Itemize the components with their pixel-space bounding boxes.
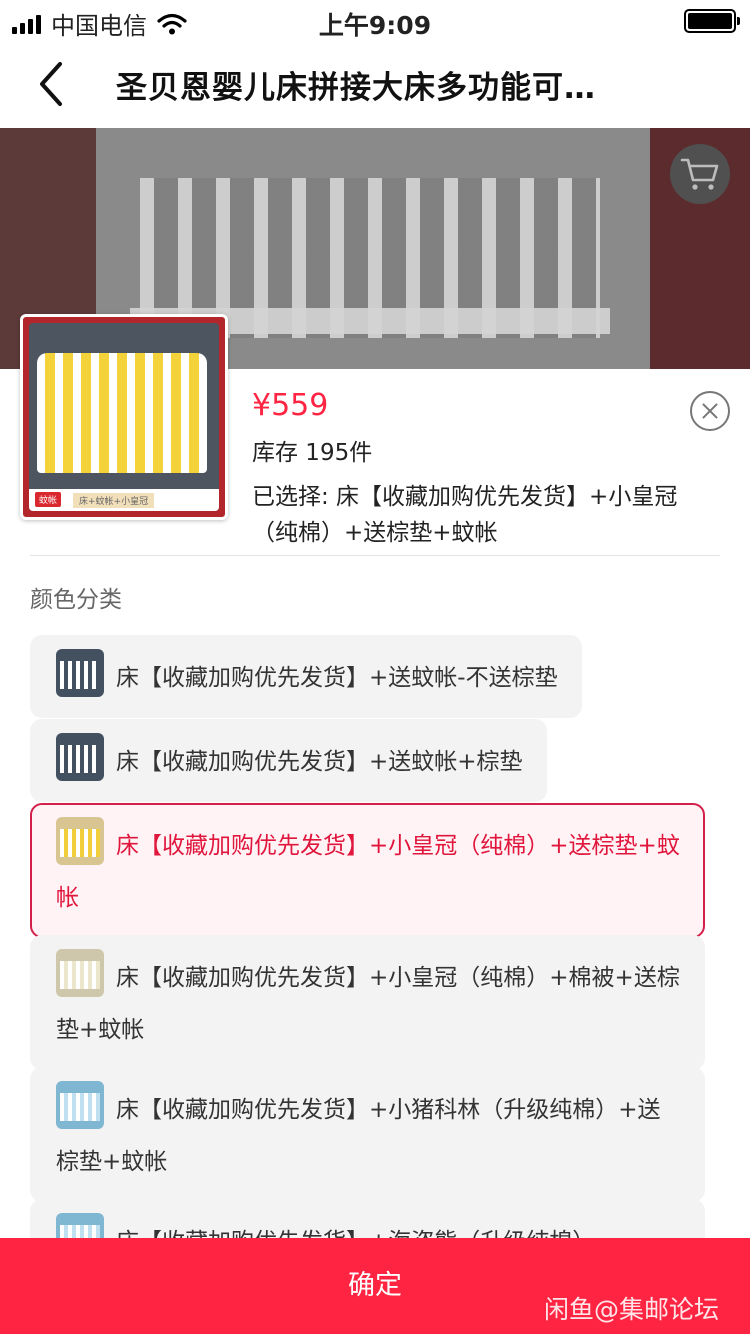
back-arrow-icon[interactable] xyxy=(30,58,74,110)
page-title: 圣贝恩婴儿床拼接大床多功能可… xyxy=(116,70,596,106)
nav-bar: 圣贝恩婴儿床拼接大床多功能可… xyxy=(0,40,750,128)
variant-thumbnail-icon xyxy=(56,649,104,697)
cart-button[interactable] xyxy=(670,144,730,204)
variant-option[interactable]: 床【收藏加购优先发货】+送蚊帐+棕垫 xyxy=(30,719,547,802)
thumb-caption: 床+蚊帐+小皇冠 xyxy=(73,493,155,508)
variant-option[interactable]: 床【收藏加购优先发货】+小猪科林（升级纯棉）+送棕垫+蚊帐 xyxy=(30,1067,705,1202)
variant-label: 床【收藏加购优先发货】+小猪科林（升级纯棉）+送棕垫+蚊帐 xyxy=(56,1097,661,1175)
variant-option-selected[interactable]: 床【收藏加购优先发货】+小皇冠（纯棉）+送棕垫+蚊帐 xyxy=(30,803,705,938)
section-title: 颜色分类 xyxy=(30,587,122,613)
selected-variant: 已选择: 床【收藏加购优先发货】+小皇冠（纯棉）+送棕垫+蚊帐 xyxy=(252,484,678,546)
variant-label: 床【收藏加购优先发货】+送蚊帐+棕垫 xyxy=(116,749,523,775)
variant-label: 床【收藏加购优先发货】+小皇冠（纯棉）+棉被+送棕垫+蚊帐 xyxy=(56,965,680,1043)
thumb-tag: 蚊帐 xyxy=(35,492,62,507)
product-thumbnail: 蚊帐 床+蚊帐+小皇冠 xyxy=(20,314,228,520)
variant-option[interactable]: 床【收藏加购优先发货】+小皇冠（纯棉）+棉被+送棕垫+蚊帐 xyxy=(30,935,705,1070)
variant-thumbnail-icon xyxy=(56,949,104,997)
variant-thumbnail-icon xyxy=(56,733,104,781)
variant-label: 床【收藏加购优先发货】+小皇冠（纯棉）+送棕垫+蚊帐 xyxy=(56,833,680,911)
status-bar: 中国电信 上午9:09 xyxy=(0,0,750,40)
variant-thumbnail-icon xyxy=(56,1081,104,1129)
status-time: 上午9:09 xyxy=(318,11,432,40)
divider xyxy=(30,555,720,556)
variant-option[interactable]: 床【收藏加购优先发货】+送蚊帐-不送棕垫 xyxy=(30,635,582,718)
close-icon[interactable] xyxy=(690,391,730,431)
battery-icon xyxy=(684,9,740,33)
cart-icon xyxy=(680,158,719,190)
watermark: 闲鱼@集邮论坛 xyxy=(544,1295,720,1324)
variant-label: 床【收藏加购优先发货】+送蚊帐-不送棕垫 xyxy=(116,665,558,691)
variant-thumbnail-icon xyxy=(56,817,104,865)
product-price: ¥559 xyxy=(252,388,329,423)
product-info: ¥559 库存 195件 已选择: 床【收藏加购优先发货】+小皇冠（纯棉）+送棕… xyxy=(252,388,712,551)
product-stock: 库存 195件 xyxy=(252,440,373,466)
